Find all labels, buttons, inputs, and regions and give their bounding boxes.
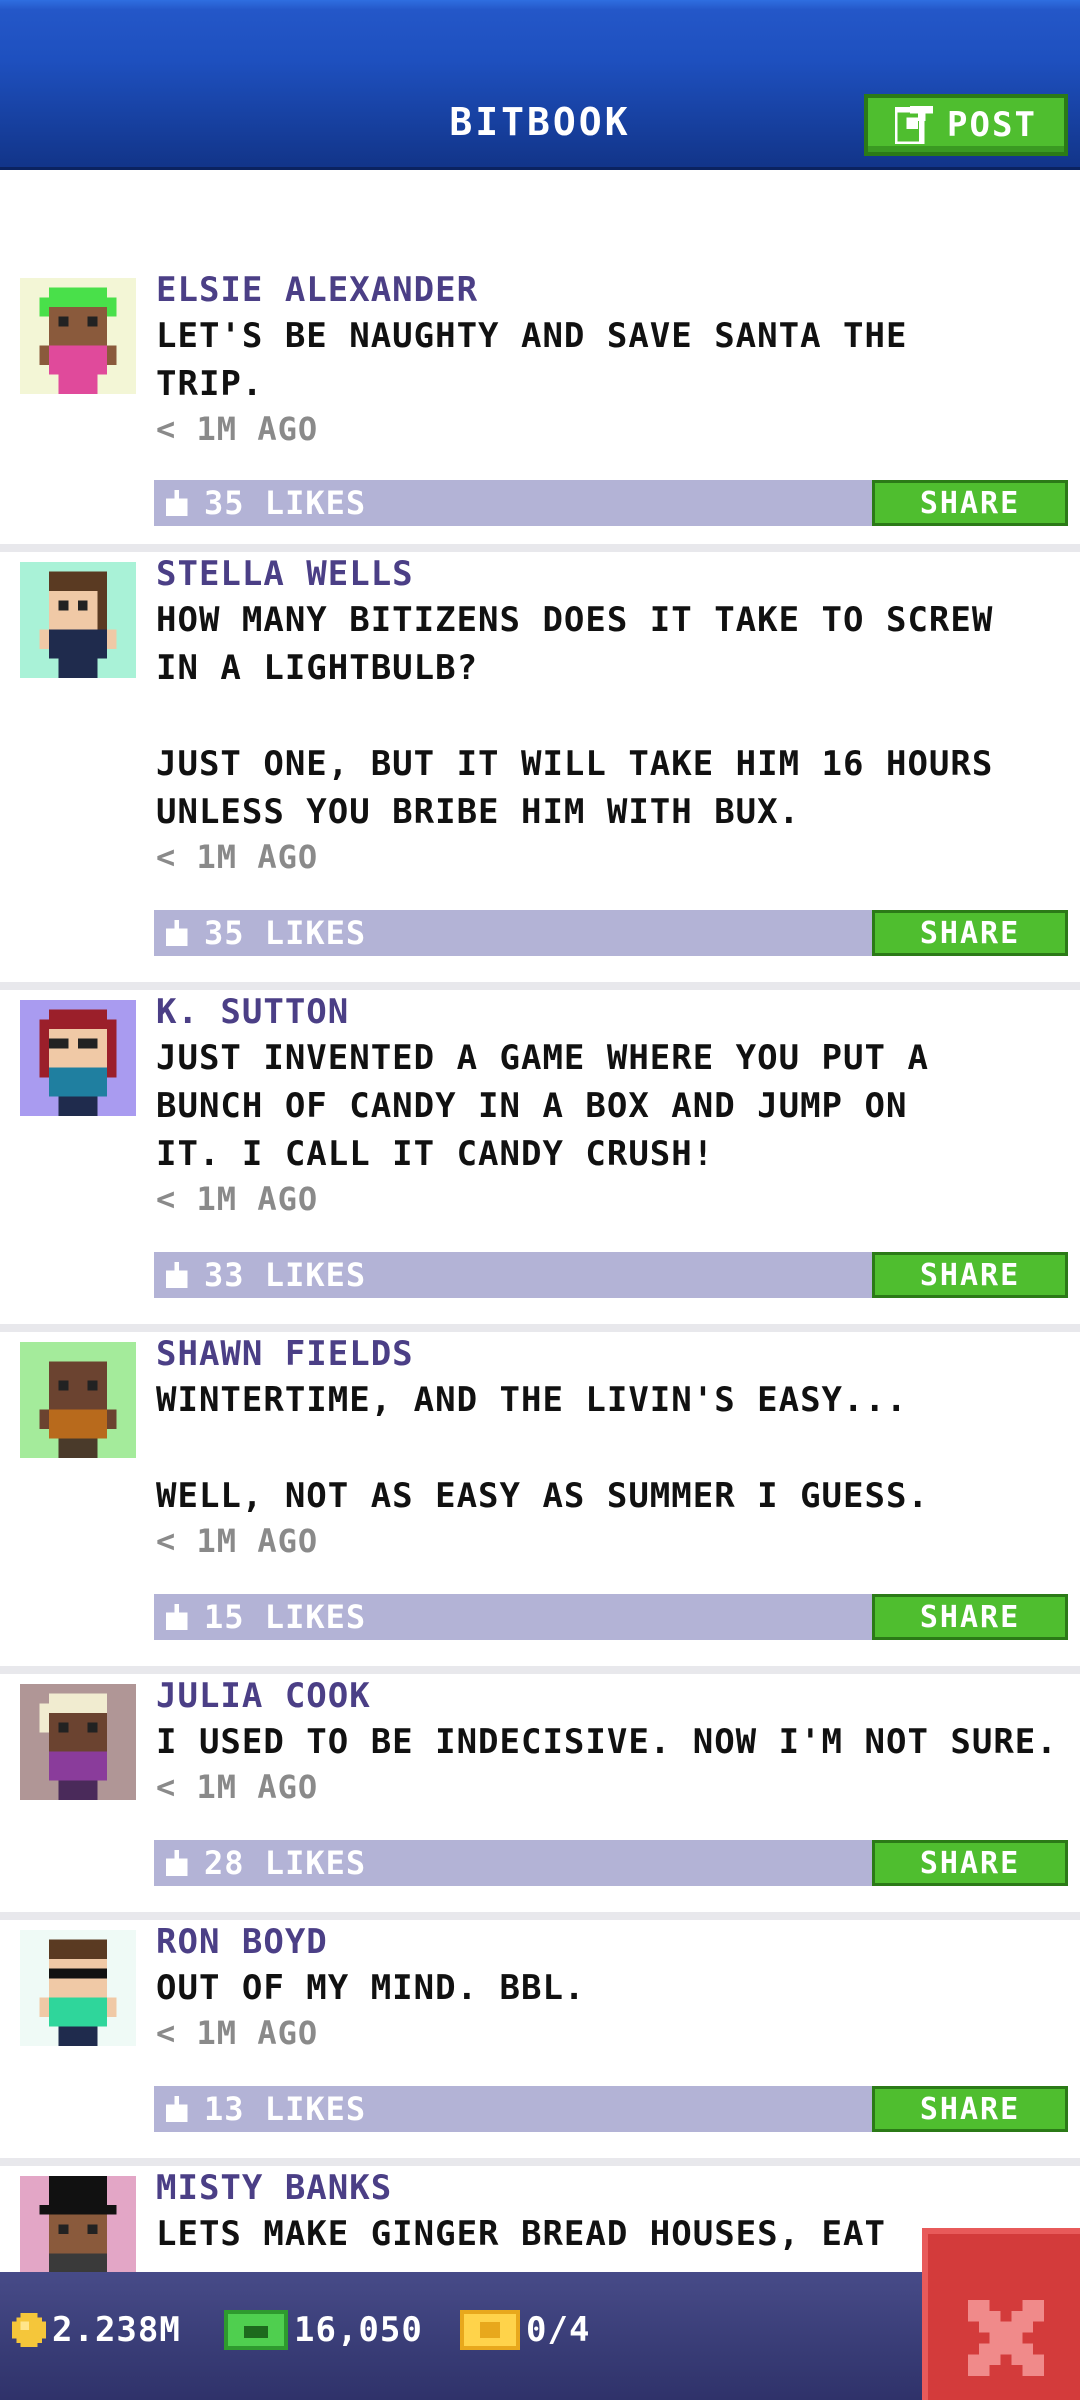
tickets-counter: 0/4 [460,2310,590,2350]
share-button[interactable]: SHARE [872,1252,1068,1298]
thumbs-up-icon[interactable] [166,1604,192,1630]
bitbook-feed[interactable]: ELSIE ALEXANDER LET'S BE NAUGHTY AND SAV… [0,268,1080,2326]
feed-post: STELLA WELLS HOW MANY BITIZENS DOES IT T… [0,552,1080,990]
close-icon [968,2300,1044,2376]
post-author[interactable]: MISTY BANKS [156,2166,392,2210]
bux-value: 16,050 [294,2310,423,2350]
header-bar: BITBOOK POST [0,0,1080,170]
resource-bar: 2.238M 16,050 0/4 [0,2272,1080,2400]
likes-count: 35 LIKES [204,914,367,952]
bitizen-avatar-brown-hair-icon[interactable] [20,562,136,678]
coins-counter: 2.238M [12,2310,181,2350]
likes-count: 13 LIKES [204,2090,367,2128]
likes-bar: 13 LIKES SHARE [154,2086,1068,2132]
golden-ticket-icon [460,2310,520,2350]
post-author[interactable]: K. SUTTON [156,990,349,1034]
likes-bar: 33 LIKES SHARE [154,1252,1068,1298]
post-author[interactable]: ELSIE ALEXANDER [156,268,478,312]
likes-count: 15 LIKES [204,1598,367,1636]
post-author[interactable]: JULIA COOK [156,1674,371,1718]
likes-bar: 35 LIKES SHARE [154,910,1068,956]
post-text: I USED TO BE INDECISIVE. NOW I'M NOT SUR… [156,1722,1058,1762]
feed-post: SHAWN FIELDS WINTERTIME, AND THE LIVIN'S… [0,1332,1080,1674]
bitizen-avatar-red-hair-glasses-icon[interactable] [20,1000,136,1116]
feed-post: ELSIE ALEXANDER LET'S BE NAUGHTY AND SAV… [0,268,1080,552]
post-author[interactable]: RON BOYD [156,1920,328,1964]
post-text: JUST INVENTED A GAME WHERE YOU PUT A BUN… [156,1038,929,1174]
bitizen-avatar-green-hair-icon[interactable] [20,278,136,394]
likes-bar: 35 LIKES SHARE [154,480,1068,526]
post-text: OUT OF MY MIND. BBL. [156,1968,586,2008]
post-text: WINTERTIME, AND THE LIVIN'S EASY... WELL… [156,1380,929,1516]
close-button[interactable] [922,2228,1080,2400]
thumbs-up-icon[interactable] [166,490,192,516]
likes-bar: 15 LIKES SHARE [154,1594,1068,1640]
post-author[interactable]: STELLA WELLS [156,552,414,596]
bux-counter: 16,050 [224,2310,423,2350]
thumbs-up-icon[interactable] [166,920,192,946]
share-button[interactable]: SHARE [872,910,1068,956]
post-button-label: POST [947,105,1037,145]
thumbs-up-icon[interactable] [166,2096,192,2122]
post-time: < 1M AGO [156,1522,319,1560]
feed-post: JULIA COOK I USED TO BE INDECISIVE. NOW … [0,1674,1080,1920]
tickets-value: 0/4 [526,2310,591,2350]
post-time: < 1M AGO [156,1768,319,1806]
share-button[interactable]: SHARE [872,480,1068,526]
likes-count: 33 LIKES [204,1256,367,1294]
post-text: LET'S BE NAUGHTY AND SAVE SANTA THE TRIP… [156,316,908,404]
feed-post: RON BOYD OUT OF MY MIND. BBL. < 1M AGO 1… [0,1920,1080,2166]
post-author[interactable]: SHAWN FIELDS [156,1332,414,1376]
compose-icon [895,106,934,144]
share-button[interactable]: SHARE [872,1840,1068,1886]
likes-count: 28 LIKES [204,1844,367,1882]
likes-count: 35 LIKES [204,484,367,522]
post-button[interactable]: POST [864,94,1068,156]
share-button[interactable]: SHARE [872,1594,1068,1640]
bitizen-avatar-blonde-icon[interactable] [20,1684,136,1800]
feed-post: K. SUTTON JUST INVENTED A GAME WHERE YOU… [0,990,1080,1332]
coin-icon [12,2313,46,2347]
likes-bar: 28 LIKES SHARE [154,1840,1068,1886]
thumbs-up-icon[interactable] [166,1850,192,1876]
coins-value: 2.238M [52,2310,181,2350]
bux-icon [224,2310,288,2350]
share-button[interactable]: SHARE [872,2086,1068,2132]
post-time: < 1M AGO [156,1180,319,1218]
post-time: < 1M AGO [156,838,319,876]
bitizen-avatar-sunglasses-icon[interactable] [20,1930,136,2046]
post-text: HOW MANY BITIZENS DOES IT TAKE TO SCREW … [156,600,994,832]
post-time: < 1M AGO [156,410,319,448]
thumbs-up-icon[interactable] [166,1262,192,1288]
bitizen-avatar-bald-icon[interactable] [20,1342,136,1458]
post-time: < 1M AGO [156,2014,319,2052]
